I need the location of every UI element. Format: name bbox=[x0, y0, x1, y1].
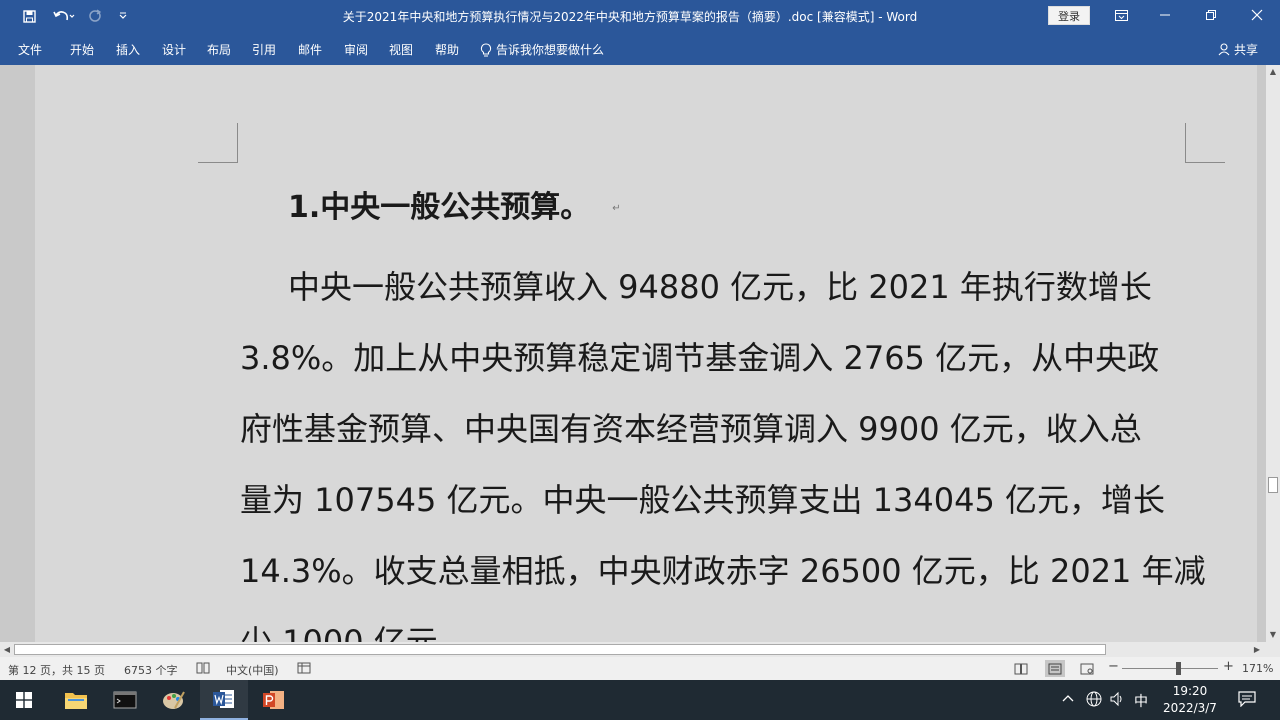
paragraph-line: 中央一般公共预算收入 94880 亿元，比 2021 年执行数增长 bbox=[288, 268, 1152, 306]
tab-help[interactable]: 帮助 bbox=[435, 41, 459, 58]
lightbulb-icon bbox=[480, 42, 492, 56]
vertical-scrollbar[interactable]: ▲ ▼ bbox=[1266, 65, 1280, 642]
paragraph-line: 量为 107545 亿元。中央一般公共预算支出 134045 亿元，增长 bbox=[240, 481, 1166, 519]
horizontal-scrollbar[interactable]: ◀ ▶ bbox=[0, 642, 1266, 657]
scroll-left-icon[interactable]: ◀ bbox=[0, 642, 14, 657]
scroll-up-icon[interactable]: ▲ bbox=[1266, 65, 1280, 79]
proofing-icon[interactable] bbox=[196, 662, 210, 677]
status-bar: 第 12 页，共 15 页 6753 个字 中文(中国) − + 171% bbox=[0, 657, 1280, 680]
terminal-icon[interactable] bbox=[101, 680, 149, 720]
margin-corner-mark bbox=[198, 123, 238, 163]
windows-start-icon[interactable] bbox=[0, 680, 48, 720]
close-icon[interactable] bbox=[1242, 4, 1272, 26]
title-bar: 关于2021年中央和地方预算执行情况与2022年中央和地方预算草案的报告（摘要）… bbox=[0, 0, 1280, 32]
tell-me-search[interactable]: 告诉我你想要做什么 bbox=[480, 41, 604, 58]
ime-indicator[interactable]: 中 bbox=[1134, 691, 1148, 711]
zoom-slider-thumb[interactable] bbox=[1176, 662, 1181, 675]
web-layout-icon[interactable] bbox=[1077, 660, 1097, 677]
tab-insert[interactable]: 插入 bbox=[116, 41, 140, 58]
tab-references[interactable]: 引用 bbox=[252, 41, 276, 58]
tab-home[interactable]: 开始 bbox=[70, 41, 94, 58]
paragraph-line: 14.3%。收支总量相抵，中央财政赤字 26500 亿元，比 2021 年减 bbox=[240, 552, 1206, 590]
tab-layout[interactable]: 布局 bbox=[207, 41, 231, 58]
paragraph-line: 少 1000 亿元 bbox=[240, 623, 438, 642]
file-explorer-icon[interactable] bbox=[52, 680, 100, 720]
share-button[interactable]: 共享 bbox=[1218, 41, 1258, 58]
minimize-icon[interactable] bbox=[1150, 4, 1180, 26]
macro-record-icon[interactable] bbox=[297, 662, 311, 677]
tab-view[interactable]: 视图 bbox=[389, 41, 413, 58]
print-layout-icon[interactable] bbox=[1045, 660, 1065, 677]
horizontal-scroll-thumb[interactable] bbox=[14, 644, 1106, 655]
powerpoint-app-icon[interactable] bbox=[250, 680, 298, 720]
window-title: 关于2021年中央和地方预算执行情况与2022年中央和地方预算草案的报告（摘要）… bbox=[342, 10, 918, 24]
language-indicator[interactable]: 中文(中国) bbox=[226, 662, 279, 678]
read-mode-icon[interactable] bbox=[1011, 660, 1031, 677]
zoom-slider[interactable] bbox=[1122, 668, 1218, 669]
tab-file[interactable]: 文件 bbox=[18, 41, 42, 58]
tell-me-label: 告诉我你想要做什么 bbox=[496, 43, 605, 57]
share-label: 共享 bbox=[1234, 43, 1259, 57]
section-heading: 1.中央一般公共预算。 ↵ bbox=[288, 190, 621, 225]
system-clock[interactable]: 19:20 2022/3/7 bbox=[1158, 683, 1222, 717]
word-app-icon[interactable] bbox=[200, 680, 248, 720]
tab-mailings[interactable]: 邮件 bbox=[298, 41, 322, 58]
paint-app-icon[interactable] bbox=[150, 680, 198, 720]
save-icon[interactable] bbox=[18, 6, 40, 26]
zoom-level[interactable]: 171% bbox=[1242, 662, 1273, 675]
network-globe-icon[interactable] bbox=[1086, 691, 1102, 711]
document-page[interactable]: 1.中央一般公共预算。 ↵ 中央一般公共预算收入 94880 亿元，比 2021 … bbox=[35, 65, 1257, 642]
show-hidden-icons-icon[interactable] bbox=[1062, 691, 1074, 707]
zoom-out-button[interactable]: − bbox=[1108, 659, 1119, 674]
zoom-in-button[interactable]: + bbox=[1223, 659, 1234, 674]
clock-date: 2022/3/7 bbox=[1163, 701, 1217, 715]
clock-time: 19:20 bbox=[1172, 684, 1208, 698]
taskbar: 中 19:20 2022/3/7 bbox=[0, 680, 1280, 720]
login-button[interactable]: 登录 bbox=[1048, 6, 1090, 25]
notification-center-icon[interactable] bbox=[1238, 691, 1256, 711]
scrollbar-corner bbox=[1266, 642, 1280, 657]
tab-review[interactable]: 审阅 bbox=[344, 41, 368, 58]
customize-toolbar-icon[interactable] bbox=[112, 6, 134, 26]
margin-corner-mark bbox=[1185, 123, 1225, 163]
paragraph-mark-icon: ↵ bbox=[612, 203, 621, 214]
tab-design[interactable]: 设计 bbox=[162, 41, 186, 58]
volume-icon[interactable] bbox=[1109, 691, 1125, 711]
scroll-down-icon[interactable]: ▼ bbox=[1266, 628, 1280, 642]
ribbon-tabs: 文件 开始 插入 设计 布局 引用 邮件 审阅 视图 帮助 告诉我你想要做什么 … bbox=[0, 32, 1280, 65]
person-icon bbox=[1218, 43, 1230, 56]
scroll-right-icon[interactable]: ▶ bbox=[1250, 642, 1264, 657]
restore-icon[interactable] bbox=[1196, 4, 1226, 26]
undo-icon[interactable] bbox=[50, 6, 78, 26]
redo-icon[interactable] bbox=[84, 6, 106, 26]
paragraph-line: 3.8%。加上从中央预算稳定调节基金调入 2765 亿元，从中央政 bbox=[240, 339, 1160, 377]
word-count[interactable]: 6753 个字 bbox=[124, 662, 178, 678]
document-area[interactable]: 1.中央一般公共预算。 ↵ 中央一般公共预算收入 94880 亿元，比 2021 … bbox=[0, 65, 1266, 642]
paragraph-line: 府性基金预算、中央国有资本经营预算调入 9900 亿元，收入总 bbox=[240, 410, 1142, 448]
ribbon-display-options-icon[interactable] bbox=[1106, 4, 1136, 26]
vertical-scroll-thumb[interactable] bbox=[1268, 477, 1278, 493]
page-count[interactable]: 第 12 页，共 15 页 bbox=[8, 662, 105, 678]
